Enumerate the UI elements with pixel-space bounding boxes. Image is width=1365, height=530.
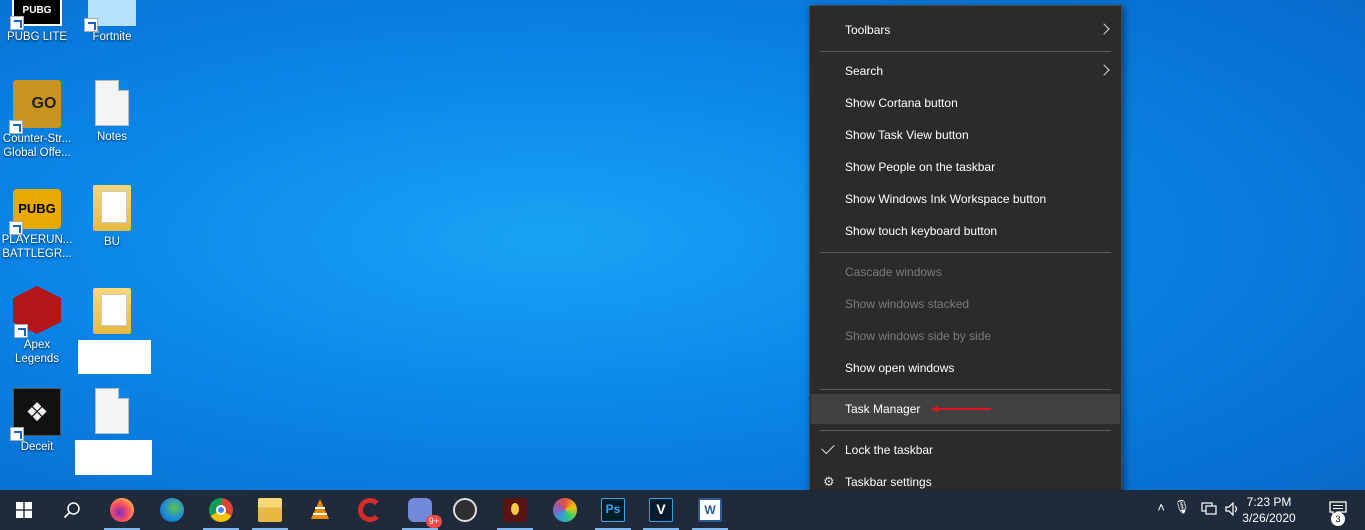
edge-icon	[160, 498, 184, 522]
deceit-icon: ❖	[10, 388, 61, 441]
redacted-label	[75, 440, 152, 475]
folder-icon	[93, 288, 131, 334]
clock-time: 7:23 PM	[1246, 495, 1292, 509]
pubg-lite-icon: PUBG	[10, 0, 62, 30]
chevron-up-icon[interactable]: ˄	[1157, 500, 1165, 515]
shortcut-arrow-icon	[84, 18, 98, 32]
menu-separator	[820, 430, 1111, 431]
menu-item-show-cortana[interactable]: Show Cortana button	[811, 88, 1120, 118]
discord-badge: 9+	[425, 515, 442, 528]
desktop-icon-folder[interactable]	[75, 288, 149, 334]
photoshop-icon: Ps	[601, 498, 625, 522]
menu-separator	[820, 389, 1111, 390]
icon-label: Deceit	[20, 441, 54, 453]
menu-item-lock-taskbar[interactable]: Lock the taskbar	[811, 435, 1120, 465]
chevron-right-icon	[1098, 64, 1110, 76]
menu-item-show-touch-keyboard[interactable]: Show touch keyboard button	[811, 216, 1120, 246]
taskbar-paint[interactable]	[541, 490, 589, 530]
desktop-icon-bu[interactable]: BU	[75, 185, 149, 249]
taskbar-firefox[interactable]	[98, 490, 146, 530]
icon-label: Counter-Str... Global Offe...	[2, 133, 72, 159]
clock-date: 3/26/2020	[1242, 511, 1296, 525]
taskbar-vlc[interactable]	[296, 490, 344, 530]
paint-icon	[553, 498, 577, 522]
icon-label: PUBG LITE	[6, 31, 68, 43]
menu-item-show-people[interactable]: Show People on the taskbar	[811, 152, 1120, 182]
menu-item-show-ink[interactable]: Show Windows Ink Workspace button	[811, 184, 1120, 214]
taskbar-vegas[interactable]: V	[637, 490, 685, 530]
icon-label: PLAYERUN... BATTLEGR...	[1, 234, 73, 260]
taskbar-chrome[interactable]	[197, 490, 245, 530]
desktop-icon-pubg[interactable]: PUBG PLAYERUN... BATTLEGR...	[0, 185, 74, 261]
chrome-icon	[209, 498, 233, 522]
desktop-icon-fortnite[interactable]: Fortnite	[75, 0, 149, 44]
desktop-icon-csgo[interactable]: GO Counter-Str... Global Offe...	[0, 80, 74, 160]
firefox-icon	[110, 498, 134, 522]
csgo-icon: GO	[9, 80, 61, 134]
taskbar-word[interactable]: W	[686, 490, 734, 530]
folder-icon	[93, 185, 131, 231]
menu-item-search[interactable]: Search	[811, 56, 1120, 86]
app-icon	[503, 498, 527, 522]
text-file-icon	[95, 80, 129, 126]
file-explorer-icon	[258, 498, 282, 522]
microphone-icon[interactable]: 🎙	[1173, 499, 1190, 515]
icon-label: Fortnite	[92, 31, 132, 43]
shortcut-arrow-icon	[10, 16, 24, 30]
clock[interactable]: 7:23 PM 3/26/2020	[1229, 494, 1309, 526]
taskbar-ccleaner[interactable]	[346, 490, 394, 530]
vlc-icon	[311, 499, 329, 519]
taskbar-edge[interactable]	[148, 490, 196, 530]
desktop-icon-pubg-lite[interactable]: PUBG PUBG LITE	[0, 0, 74, 44]
ccleaner-icon	[358, 498, 382, 522]
word-icon: W	[698, 498, 722, 522]
checkmark-icon	[821, 440, 835, 455]
taskbar-discord[interactable]: 9+	[396, 490, 444, 530]
obs-icon	[453, 498, 477, 522]
taskbar-search-button[interactable]	[48, 490, 96, 530]
taskbar-context-menu: Toolbars Search Show Cortana button Show…	[809, 5, 1122, 507]
fortnite-icon	[84, 0, 136, 32]
notification-count-badge: 3	[1331, 512, 1345, 526]
shortcut-arrow-icon	[10, 427, 24, 441]
menu-separator	[820, 252, 1111, 253]
taskbar-obs[interactable]	[441, 490, 489, 530]
menu-item-toolbars[interactable]: Toolbars	[811, 15, 1120, 45]
desktop-icon-document[interactable]	[75, 388, 149, 434]
menu-item-cascade: Cascade windows	[845, 265, 942, 279]
start-button[interactable]	[0, 490, 48, 530]
search-icon	[63, 502, 80, 519]
taskbar-app[interactable]	[491, 490, 539, 530]
menu-item-show-task-view[interactable]: Show Task View button	[811, 120, 1120, 150]
red-annotation-arrow-icon	[930, 406, 991, 412]
taskbar-photoshop[interactable]: Ps	[589, 490, 637, 530]
desktop: PUBG PUBG LITE Fortnite GO Counter-Str..…	[0, 0, 1365, 490]
pubg-icon: PUBG	[9, 189, 61, 235]
shortcut-arrow-icon	[9, 120, 23, 134]
vegas-icon: V	[649, 498, 673, 522]
taskbar: 9+ Ps V W ˄ 🎙 7:23 PM 3/26/2020 3	[0, 490, 1365, 530]
text-file-icon	[95, 388, 129, 434]
taskbar-file-explorer[interactable]	[246, 490, 294, 530]
menu-item-stacked: Show windows stacked	[845, 297, 970, 311]
system-tray: ˄ 🎙 7:23 PM 3/26/2020 3	[1145, 490, 1365, 530]
gear-icon: ⚙	[823, 474, 835, 489]
shortcut-arrow-icon	[9, 221, 23, 235]
shortcut-arrow-icon	[14, 324, 28, 338]
icon-label: Apex Legends	[14, 339, 60, 365]
redacted-label	[78, 340, 151, 374]
menu-separator	[820, 51, 1111, 52]
icon-label: BU	[104, 236, 120, 248]
menu-item-side-by-side: Show windows side by side	[845, 329, 992, 343]
network-icon[interactable]	[1201, 502, 1217, 516]
discord-icon: 9+	[408, 498, 442, 528]
menu-item-show-open-windows[interactable]: Show open windows	[811, 353, 1120, 383]
windows-logo-icon	[16, 502, 32, 518]
desktop-icon-notes[interactable]: Notes	[75, 80, 149, 144]
icon-label: Notes	[96, 131, 128, 143]
desktop-icon-deceit[interactable]: ❖ Deceit	[0, 388, 74, 454]
chevron-right-icon	[1098, 23, 1110, 35]
desktop-icon-apex[interactable]: Apex Legends	[0, 286, 74, 366]
